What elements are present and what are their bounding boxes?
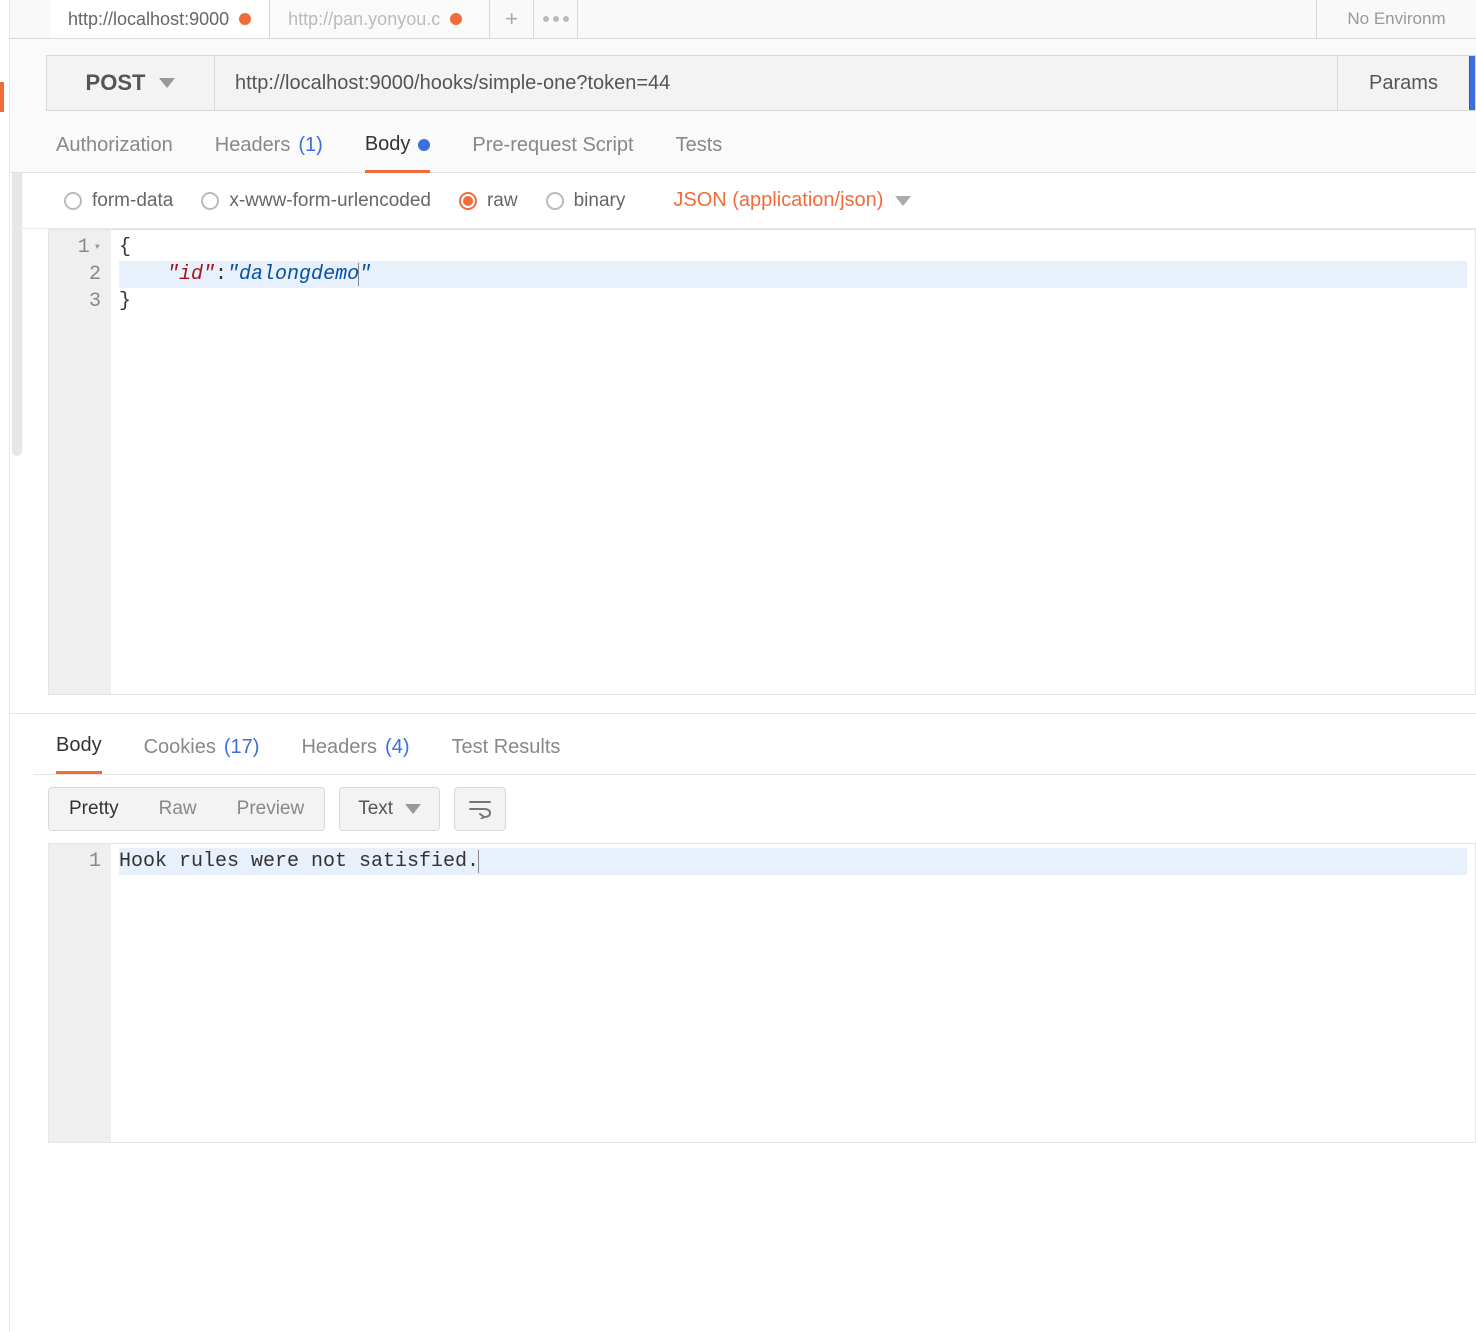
unsaved-dot-icon (239, 13, 251, 25)
response-body-editor[interactable]: 1 Hook rules were not satisfied. (48, 843, 1476, 1143)
gutter-line: 3 (49, 288, 101, 315)
body-type-selector: form-data x-www-form-urlencoded raw bina… (10, 173, 1476, 229)
radio-icon (201, 192, 219, 210)
gutter-line: 1▾ (49, 234, 101, 261)
code-area[interactable]: { "id":"dalongdemo"} (111, 230, 1475, 694)
radio-raw[interactable]: raw (459, 190, 518, 212)
response-view-mode: Pretty Raw Preview (48, 787, 325, 831)
plus-icon: + (505, 6, 518, 32)
tab-tests[interactable]: Tests (676, 133, 723, 172)
tab-title: http://localhost:9000 (68, 9, 229, 30)
add-tab-button[interactable]: + (490, 0, 534, 38)
modified-dot-icon (418, 139, 430, 151)
response-section-tabs: Body Cookies (17) Headers (4) Test Resul… (10, 714, 1476, 774)
http-method-selector[interactable]: POST (47, 56, 215, 110)
tab-headers[interactable]: Headers (1) (215, 133, 323, 172)
request-tab-1[interactable]: http://pan.yonyou.c (270, 0, 490, 38)
chevron-down-icon (895, 196, 911, 206)
chevron-down-icon (159, 78, 175, 88)
radio-icon (459, 192, 477, 210)
request-bar: POST http://localhost:9000/hooks/simple-… (46, 55, 1476, 111)
response-toolbar: Pretty Raw Preview Text (10, 775, 1476, 843)
params-button[interactable]: Params (1337, 56, 1469, 110)
code-line[interactable]: "id":"dalongdemo" (119, 261, 1467, 288)
line-gutter: 1▾23 (49, 230, 111, 694)
code-line[interactable]: { (119, 234, 1467, 261)
url-text: http://localhost:9000/hooks/simple-one?t… (235, 72, 670, 95)
code-area: Hook rules were not satisfied. (111, 844, 1475, 1142)
fold-icon[interactable]: ▾ (94, 234, 101, 261)
left-panel-edge (0, 0, 10, 1332)
radio-icon (64, 192, 82, 210)
http-method-label: POST (86, 70, 146, 96)
radio-binary[interactable]: binary (546, 190, 626, 212)
gutter-line: 1 (49, 848, 101, 875)
response-panel: Body Cookies (17) Headers (4) Test Resul… (10, 713, 1476, 1143)
response-language-selector[interactable]: Text (339, 787, 440, 831)
resp-tab-headers[interactable]: Headers (4) (301, 734, 409, 774)
environment-selector[interactable]: No Environm (1316, 0, 1476, 38)
resp-tab-test-results[interactable]: Test Results (452, 734, 561, 774)
code-line[interactable]: } (119, 288, 1467, 315)
ellipsis-icon (543, 16, 569, 22)
wrap-lines-button[interactable] (454, 787, 506, 831)
request-body-editor[interactable]: 1▾23 { "id":"dalongdemo"} (48, 229, 1476, 695)
request-section-tabs: Authorization Headers (1) Body Pre-reque… (10, 111, 1476, 173)
tab-title: http://pan.yonyou.c (288, 9, 440, 30)
url-input[interactable]: http://localhost:9000/hooks/simple-one?t… (215, 56, 1337, 110)
line-gutter: 1 (49, 844, 111, 1142)
tab-prerequest[interactable]: Pre-request Script (472, 133, 633, 172)
resp-tab-cookies[interactable]: Cookies (17) (144, 734, 260, 774)
request-tab-strip: http://localhost:9000 http://pan.yonyou.… (10, 0, 1476, 39)
gutter-line: 2 (49, 261, 101, 288)
code-line: Hook rules were not satisfied. (119, 848, 1467, 875)
view-preview[interactable]: Preview (217, 788, 325, 830)
unsaved-dot-icon (450, 13, 462, 25)
tab-overflow-button[interactable] (534, 0, 578, 38)
radio-form-data[interactable]: form-data (64, 190, 173, 212)
tab-body[interactable]: Body (365, 133, 431, 173)
active-indicator (0, 82, 4, 112)
radio-urlencoded[interactable]: x-www-form-urlencoded (201, 190, 431, 212)
request-tab-0[interactable]: http://localhost:9000 (50, 0, 270, 38)
chevron-down-icon (405, 804, 421, 814)
resp-tab-body[interactable]: Body (56, 734, 102, 774)
content-type-selector[interactable]: JSON (application/json) (673, 189, 911, 212)
tab-authorization[interactable]: Authorization (56, 133, 173, 172)
view-pretty[interactable]: Pretty (49, 788, 139, 830)
send-button-edge[interactable] (1469, 56, 1475, 110)
view-raw[interactable]: Raw (139, 788, 217, 830)
wrap-icon (468, 799, 492, 819)
radio-icon (546, 192, 564, 210)
